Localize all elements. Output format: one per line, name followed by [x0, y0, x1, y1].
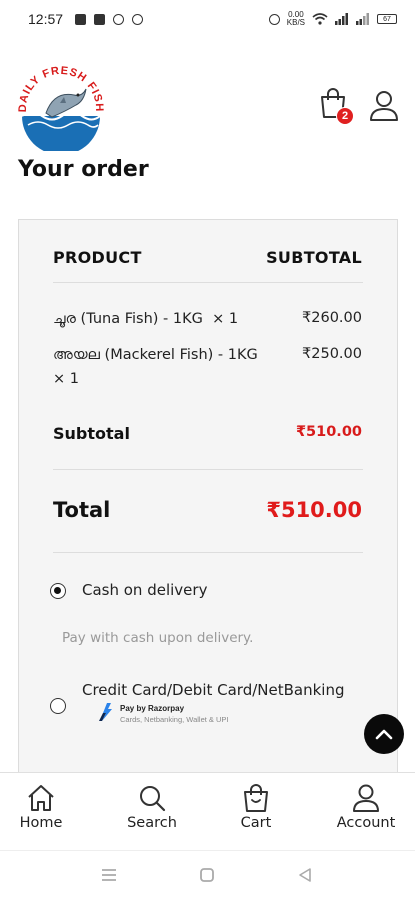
nav-search[interactable]: Search: [107, 783, 197, 831]
razorpay-title: Pay by Razorpay: [120, 704, 185, 713]
cod-radio[interactable]: [50, 583, 66, 599]
chrome-notification-icon: [132, 13, 144, 25]
daily-fresh-fish-logo[interactable]: DAILY FRESH FISH: [16, 61, 106, 151]
home-square-icon[interactable]: [199, 867, 215, 883]
header-cart-button[interactable]: 2: [318, 87, 354, 125]
nav-home-label: Home: [19, 815, 63, 831]
divider: [53, 552, 363, 553]
card-radio[interactable]: [50, 698, 66, 714]
order-item-name: അയല (Mackerel Fish) - 1KG × 1: [53, 343, 263, 391]
order-item-qty: × 1: [53, 371, 79, 387]
account-icon: [353, 784, 379, 812]
header-account-button[interactable]: [368, 89, 400, 123]
home-icon: [28, 785, 54, 811]
order-item-title: അയല (Mackerel Fish) - 1KG: [53, 347, 258, 363]
cod-label[interactable]: Cash on delivery: [82, 581, 207, 599]
razorpay-badge: Pay by Razorpay Cards, Netbanking, Walle…: [98, 703, 229, 725]
scroll-to-top-button[interactable]: [364, 714, 404, 754]
subtotal-column-header: SUBTOTAL: [266, 248, 362, 267]
total-value: ₹510.00: [266, 498, 362, 522]
card-label[interactable]: Credit Card/Debit Card/NetBanking: [82, 681, 345, 699]
status-bar: 12:57 0.00 KB/S 67: [0, 0, 415, 38]
status-time: 12:57: [28, 11, 64, 27]
header: DAILY FRESH FISH 2: [0, 55, 415, 155]
back-triangle-icon[interactable]: [297, 867, 313, 883]
order-item-price: ₹260.00: [302, 310, 362, 326]
signal-2-icon: [356, 13, 369, 25]
nav-search-label: Search: [127, 815, 177, 831]
order-item-price: ₹250.00: [302, 346, 362, 362]
razorpay-logo-icon: [99, 703, 112, 721]
system-navigation-bar: [0, 850, 415, 900]
product-column-header: PRODUCT: [53, 248, 142, 267]
order-item-title: ചൂര (Tuna Fish) - 1KG: [53, 311, 203, 327]
status-right: 0.00 KB/S 67: [268, 11, 397, 27]
cart-count-badge: 2: [336, 107, 354, 125]
total-label: Total: [53, 498, 111, 522]
nav-cart-label: Cart: [240, 815, 272, 831]
search-icon: [140, 786, 166, 812]
alarm-icon: [268, 13, 280, 25]
wifi-icon: [312, 13, 328, 25]
nav-account-label: Account: [336, 815, 396, 831]
page-title: Your order: [18, 157, 149, 182]
network-speed-unit: KB/S: [286, 18, 305, 27]
battery-icon: 67: [377, 14, 397, 24]
alarm-notification-icon: [113, 13, 125, 25]
nav-account[interactable]: Account: [321, 783, 411, 831]
order-item-qty: × 1: [212, 311, 239, 327]
user-icon: [370, 91, 398, 121]
razorpay-subtitle: Cards, Netbanking, Wallet & UPI: [120, 715, 229, 724]
bottom-navigation: Home Search Cart Account: [0, 772, 415, 850]
chevron-up-icon: [375, 729, 393, 740]
app-notification-icon: [94, 13, 106, 25]
divider: [53, 282, 363, 283]
cart-bag-icon: [244, 784, 268, 812]
nav-cart[interactable]: Cart: [211, 783, 301, 831]
cod-description: Pay with cash upon delivery.: [62, 630, 254, 646]
order-item-name: ചൂര (Tuna Fish) - 1KG × 1: [53, 307, 273, 331]
nav-home[interactable]: Home: [0, 783, 86, 831]
status-left: 12:57: [28, 11, 144, 27]
gallery-notification-icon: [75, 13, 87, 25]
signal-1-icon: [335, 13, 348, 25]
recent-apps-icon[interactable]: [100, 867, 118, 883]
subtotal-label: Subtotal: [53, 424, 130, 443]
subtotal-value: ₹510.00: [295, 424, 362, 440]
divider: [53, 469, 363, 470]
network-speed: 0.00 KB/S: [287, 11, 305, 27]
